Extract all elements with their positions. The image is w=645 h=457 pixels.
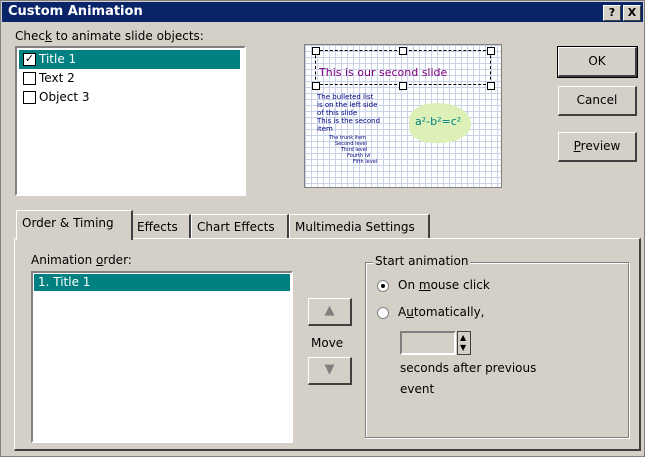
arrow-up-icon: ▲	[324, 303, 335, 318]
order-timing-panel: Animation order: 1. Title 1 ▲ Move ▼ Sta…	[14, 238, 641, 451]
start-animation-label: Start animation	[373, 254, 471, 268]
ok-button[interactable]: OK	[557, 46, 638, 78]
custom-animation-dialog: Custom Animation ? X Check to animate sl…	[0, 0, 645, 457]
order-item-title-1[interactable]: 1. Title 1	[34, 274, 290, 291]
resize-handle	[487, 82, 495, 90]
on-mouse-click-radio[interactable]	[377, 280, 389, 292]
move-label: Move	[311, 336, 344, 350]
seconds-after-label: seconds after previous	[400, 361, 537, 375]
resize-handle	[399, 47, 407, 55]
tab-effects[interactable]: Effects	[131, 214, 191, 238]
tab-order-timing[interactable]: Order & Timing	[16, 210, 133, 240]
checkbox-title-1[interactable]: ✓	[23, 53, 36, 66]
spin-down-icon[interactable]: ▼	[460, 343, 466, 353]
check-label-object-3: Object 3	[39, 90, 90, 104]
check-label-text-2: Text 2	[39, 71, 75, 85]
slide-formula: a²-b²=c²	[415, 115, 462, 128]
close-button[interactable]: X	[623, 5, 641, 21]
preview-button[interactable]: Preview	[558, 132, 637, 162]
objects-checklist[interactable]: ✓ Title 1 Text 2 Object 3	[15, 46, 246, 196]
tab-chart-effects[interactable]: Chart Effects	[191, 214, 289, 238]
arrow-down-icon: ▼	[324, 362, 335, 377]
check-item-object-3[interactable]: Object 3	[19, 88, 240, 107]
slide-bullets: The bulleted list is on the left side of…	[317, 93, 381, 133]
automatically-radio[interactable]	[377, 307, 389, 319]
checkbox-text-2[interactable]	[23, 72, 36, 85]
check-item-title-1[interactable]: ✓ Title 1	[19, 50, 240, 69]
title-bar: Custom Animation ? X	[2, 2, 643, 22]
on-mouse-click-label[interactable]: On mouse click	[398, 278, 490, 292]
resize-handle	[312, 82, 320, 90]
resize-handle	[399, 82, 407, 90]
slide-title: This is our second slide	[319, 66, 448, 79]
seconds-spinner[interactable]: ▲ ▼	[457, 331, 471, 355]
check-list-label: Check to animate slide objects:	[15, 29, 204, 43]
animation-order-label: Animation order:	[31, 253, 132, 267]
window-title: Custom Animation	[8, 4, 143, 19]
seconds-input[interactable]	[400, 331, 456, 355]
checkbox-object-3[interactable]	[23, 91, 36, 104]
move-down-button[interactable]: ▼	[308, 357, 352, 385]
check-item-text-2[interactable]: Text 2	[19, 69, 240, 88]
slide-sub-bullets: The trunk item Second level Third level …	[329, 135, 378, 165]
move-up-button[interactable]: ▲	[308, 298, 352, 326]
check-label-title-1: Title 1	[39, 52, 77, 66]
seconds-after-label-2: event	[400, 382, 435, 396]
help-button[interactable]: ?	[603, 5, 621, 21]
resize-handle	[487, 47, 495, 55]
animation-order-list[interactable]: 1. Title 1	[31, 271, 293, 443]
tab-multimedia-settings[interactable]: Multimedia Settings	[289, 214, 430, 238]
resize-handle	[312, 47, 320, 55]
slide-preview: This is our second slide The bulleted li…	[304, 44, 502, 188]
cancel-button[interactable]: Cancel	[558, 86, 637, 116]
automatically-label[interactable]: Automatically,	[398, 305, 485, 319]
spin-up-icon[interactable]: ▲	[460, 333, 466, 343]
